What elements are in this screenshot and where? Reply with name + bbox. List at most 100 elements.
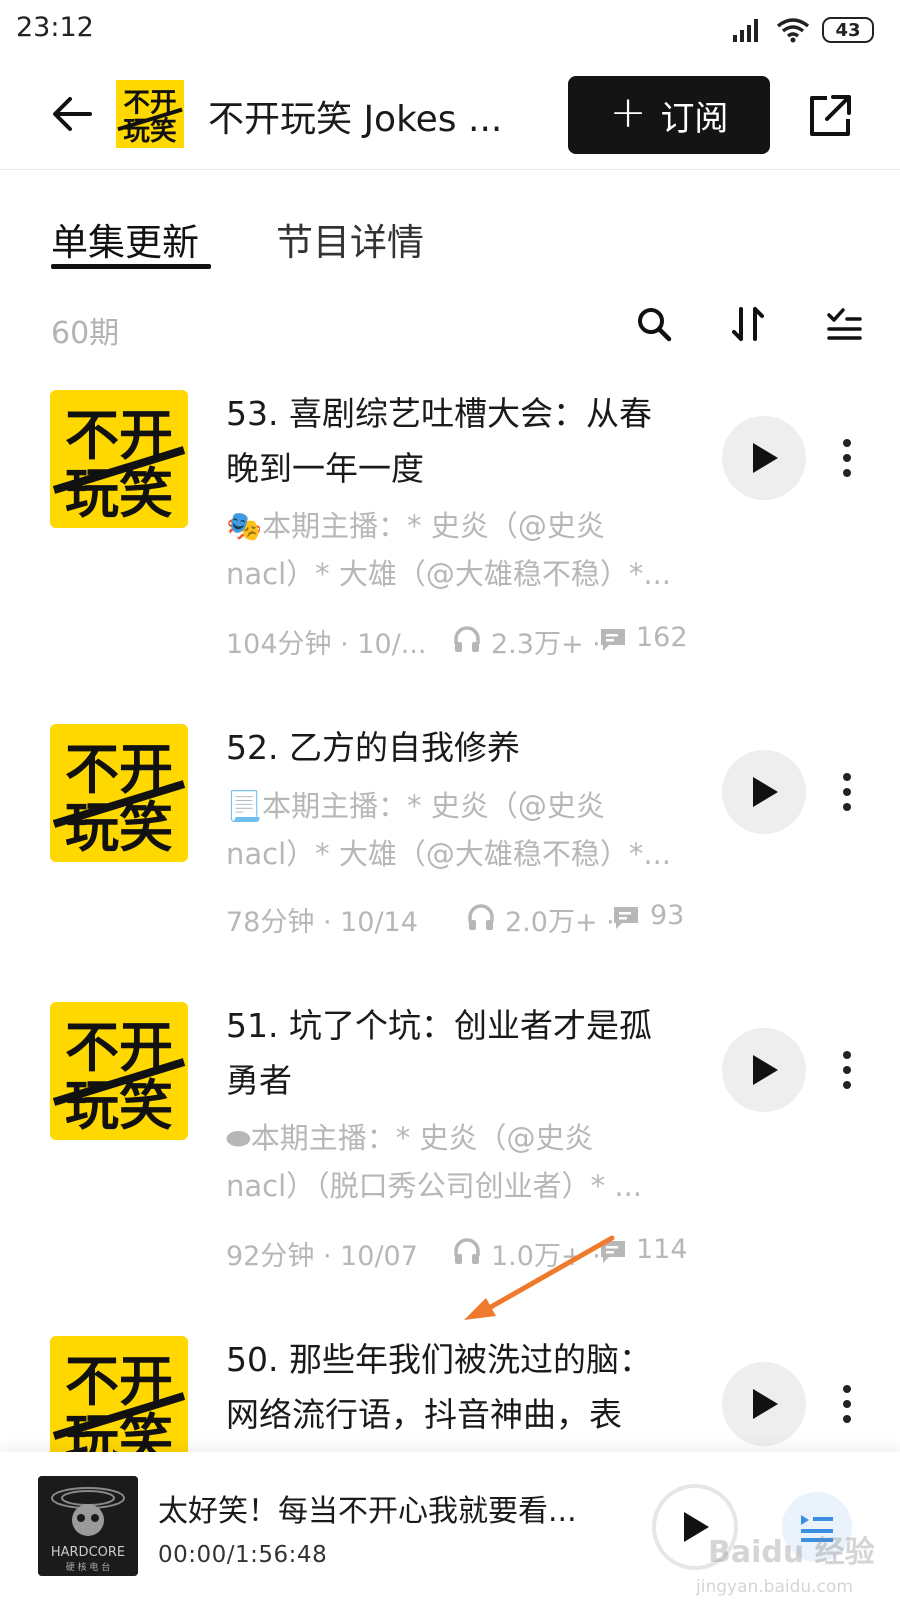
episode-title: 53. 喜剧综艺吐槽大会：从春 晚到一年一度 bbox=[226, 386, 696, 496]
episode-desc-line: 📃本期主播：* 史炎（@史炎 bbox=[226, 789, 605, 823]
episode-title-line: 52. 乙方的自我修养 bbox=[226, 728, 520, 767]
episode-title: 50. 那些年我们被洗过的脑： 网络流行语，抖音神曲，表 bbox=[226, 1336, 696, 1442]
episode-desc-line: nacl）（脱口秀公司创业者）* ... bbox=[226, 1169, 643, 1203]
tab-bar: 单集更新 节目详情 bbox=[0, 198, 900, 278]
multi-select-button[interactable] bbox=[820, 300, 868, 348]
plus-icon: + bbox=[609, 87, 647, 138]
episode-count: 60期 bbox=[51, 316, 120, 351]
play-icon bbox=[753, 1389, 778, 1419]
episode-cover: 不开 玩笑 bbox=[50, 1336, 188, 1452]
episode-comments: 93 bbox=[650, 900, 685, 931]
dot bbox=[843, 454, 851, 462]
baidu-watermark: Baidu 经验 jingyan.baidu.com bbox=[695, 1535, 875, 1597]
episode-item[interactable]: 不开 玩笑 51. 坑了个坑：创业者才是孤 勇者 ⬬本期主播：* 史炎（@史炎 … bbox=[0, 1002, 900, 1292]
comment-icon bbox=[599, 626, 627, 661]
play-icon bbox=[753, 443, 778, 473]
header: 不开 玩笑 不开玩笑 Jokes ... + 订阅 bbox=[0, 62, 900, 170]
episode-desc-line: 🎭本期主播：* 史炎（@史炎 bbox=[226, 509, 605, 543]
search-button[interactable] bbox=[630, 300, 678, 348]
annotation-arrow bbox=[464, 1235, 615, 1320]
mini-cover-text: HARDCORE bbox=[51, 1545, 125, 1560]
battery-icon: 43 bbox=[822, 17, 874, 43]
play-button[interactable] bbox=[722, 416, 806, 500]
episode-comments: 114 bbox=[636, 1234, 688, 1265]
list-toolbar: 60期 bbox=[0, 290, 900, 360]
mini-player-time: 00:00/1:56:48 bbox=[158, 1542, 328, 1568]
episode-meta: 104分钟 · 10/... 2.3万+ · 162 bbox=[226, 622, 696, 662]
tab-episodes[interactable]: 单集更新 bbox=[51, 212, 199, 266]
dot bbox=[843, 1081, 851, 1089]
headphones-icon bbox=[466, 902, 496, 939]
dot bbox=[843, 788, 851, 796]
active-tab-indicator bbox=[51, 264, 211, 269]
comment-icon bbox=[612, 904, 640, 939]
play-button[interactable] bbox=[722, 1362, 806, 1446]
episode-title-line: 51. 坑了个坑：创业者才是孤 bbox=[226, 1006, 652, 1045]
arrow-left-icon bbox=[53, 97, 92, 131]
episode-title-line: 50. 那些年我们被洗过的脑： bbox=[226, 1340, 652, 1379]
status-bar: 23:12 43 bbox=[0, 0, 900, 62]
subscribe-label: 订阅 bbox=[660, 98, 729, 139]
status-time: 23:12 bbox=[16, 12, 94, 43]
sort-button[interactable] bbox=[724, 300, 772, 348]
dot bbox=[843, 1415, 851, 1423]
play-icon bbox=[753, 1055, 778, 1085]
episode-desc-line: nacl）* 大雄（@大雄稳不稳）*... bbox=[226, 837, 672, 871]
dot bbox=[843, 1400, 851, 1408]
episode-desc-line: nacl）* 大雄（@大雄稳不稳）*... bbox=[226, 557, 672, 591]
episode-comments: 162 bbox=[636, 622, 688, 653]
episode-desc-line: ⬬本期主播：* 史炎（@史炎 bbox=[226, 1121, 594, 1155]
wifi-icon bbox=[776, 18, 810, 43]
episode-title: 52. 乙方的自我修养 bbox=[226, 720, 696, 775]
episode-cover: 不开 玩笑 bbox=[50, 390, 188, 528]
multi-select-icon bbox=[827, 308, 862, 340]
headphones-icon bbox=[452, 624, 482, 661]
episode-title: 51. 坑了个坑：创业者才是孤 勇者 bbox=[226, 998, 696, 1108]
episode-cover: 不开 玩笑 bbox=[50, 1002, 188, 1140]
episode-description: 🎭本期主播：* 史炎（@史炎 nacl）* 大雄（@大雄稳不稳）*... bbox=[226, 502, 696, 598]
watermark-text: Baidu 经验 bbox=[708, 1535, 875, 1570]
episode-item[interactable]: 不开 玩笑 53. 喜剧综艺吐槽大会：从春 晚到一年一度 🎭本期主播：* 史炎（… bbox=[0, 390, 900, 680]
status-icons: 43 bbox=[732, 14, 874, 46]
episode-description: ⬬本期主播：* 史炎（@史炎 nacl）（脱口秀公司创业者）* ... bbox=[226, 1114, 696, 1210]
play-button[interactable] bbox=[722, 750, 806, 834]
dot bbox=[843, 803, 851, 811]
share-button[interactable] bbox=[800, 86, 860, 146]
mini-player-title: 太好笑！每当不开心我就要看... bbox=[158, 1494, 577, 1529]
episode-duration-date: 92分钟 · 10/07 bbox=[226, 1241, 418, 1272]
episode-plays: 2.0万+ · bbox=[505, 907, 615, 938]
subscribe-button[interactable]: + 订阅 bbox=[568, 76, 770, 154]
more-options-button[interactable] bbox=[832, 762, 862, 822]
podcast-logo: 不开 玩笑 bbox=[116, 80, 184, 148]
play-icon bbox=[753, 777, 778, 807]
more-options-button[interactable] bbox=[832, 1374, 862, 1434]
play-button[interactable] bbox=[722, 1028, 806, 1112]
mini-cover-subtext: 硬 核 电 台 bbox=[66, 1561, 111, 1573]
episode-item[interactable]: 不开 玩笑 52. 乙方的自我修养 📃本期主播：* 史炎（@史炎 nacl）* … bbox=[0, 724, 900, 964]
mini-player-cover: HARDCORE 硬 核 电 台 bbox=[38, 1476, 138, 1576]
tab-details[interactable]: 节目详情 bbox=[276, 212, 424, 266]
episode-duration-date: 104分钟 · 10/... bbox=[226, 629, 427, 660]
episode-title-line: 晚到一年一度 bbox=[226, 449, 424, 488]
dot bbox=[843, 1051, 851, 1059]
episode-cover: 不开 玩笑 bbox=[50, 724, 188, 862]
episode-meta: 78分钟 · 10/14 2.0万+ · 93 bbox=[226, 900, 696, 940]
signal-icon bbox=[733, 19, 758, 42]
episode-plays: 2.3万+ · bbox=[491, 629, 601, 660]
dot bbox=[843, 1066, 851, 1074]
more-options-button[interactable] bbox=[832, 1040, 862, 1100]
mini-player[interactable]: HARDCORE 硬 核 电 台 太好笑！每当不开心我就要看... 00:00/… bbox=[0, 1452, 900, 1600]
episode-title-line: 网络流行语，抖音神曲，表 bbox=[226, 1395, 622, 1434]
episode-title-line: 勇者 bbox=[226, 1061, 292, 1100]
dot bbox=[843, 773, 851, 781]
back-button[interactable] bbox=[44, 86, 100, 142]
podcast-title: 不开玩笑 Jokes ... bbox=[208, 99, 503, 140]
episode-duration-date: 78分钟 · 10/14 bbox=[226, 907, 418, 938]
dot bbox=[843, 439, 851, 447]
more-options-button[interactable] bbox=[832, 428, 862, 488]
dot bbox=[843, 1385, 851, 1393]
dot bbox=[843, 469, 851, 477]
episode-item[interactable]: 不开 玩笑 50. 那些年我们被洗过的脑： 网络流行语，抖音神曲，表 bbox=[0, 1336, 900, 1452]
sort-icon bbox=[732, 307, 764, 341]
watermark-url: jingyan.baidu.com bbox=[695, 1577, 853, 1597]
